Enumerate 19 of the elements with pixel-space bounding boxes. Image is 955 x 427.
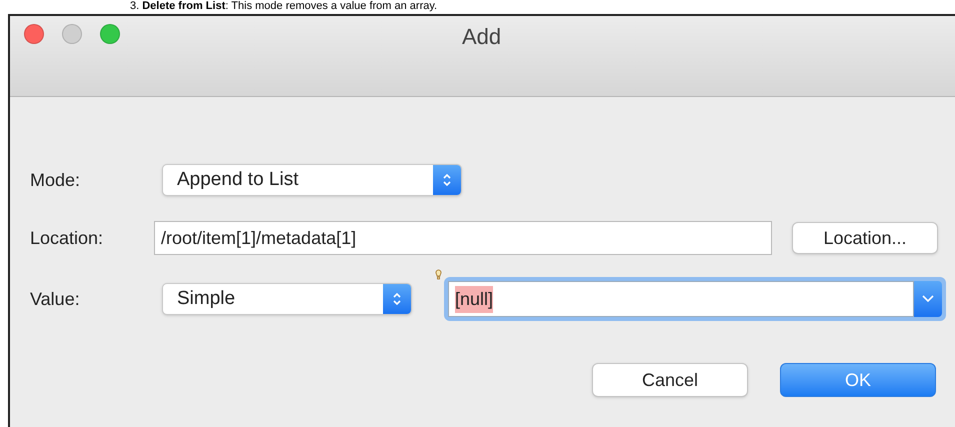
location-label: Location: (30, 226, 104, 250)
value-text: [null] (455, 286, 494, 312)
window-title: Add (462, 23, 502, 51)
value-label: Value: (30, 288, 81, 310)
value-type-dropdown[interactable]: Simple (162, 283, 412, 315)
chevron-updown-icon (442, 173, 452, 187)
location-field[interactable]: /root/item[1]/metadata[1] (154, 221, 772, 255)
mode-dropdown[interactable]: Append to List (162, 164, 462, 196)
value-combo-box[interactable]: [null] (444, 277, 946, 321)
cancel-button[interactable]: Cancel (592, 363, 748, 397)
chevron-updown-icon (392, 292, 402, 306)
doc-text: 3. Delete from List: This mode removes a value from an array. (130, 0, 438, 13)
chevron-down-icon (922, 295, 934, 303)
mode-label: Mode: (30, 168, 82, 192)
location-button[interactable]: Location... (792, 222, 938, 254)
window-zoom-button[interactable] (100, 24, 120, 44)
bulb-icon (435, 269, 442, 281)
window-minimize-button[interactable] (62, 24, 82, 44)
window-close-button[interactable] (24, 24, 44, 44)
